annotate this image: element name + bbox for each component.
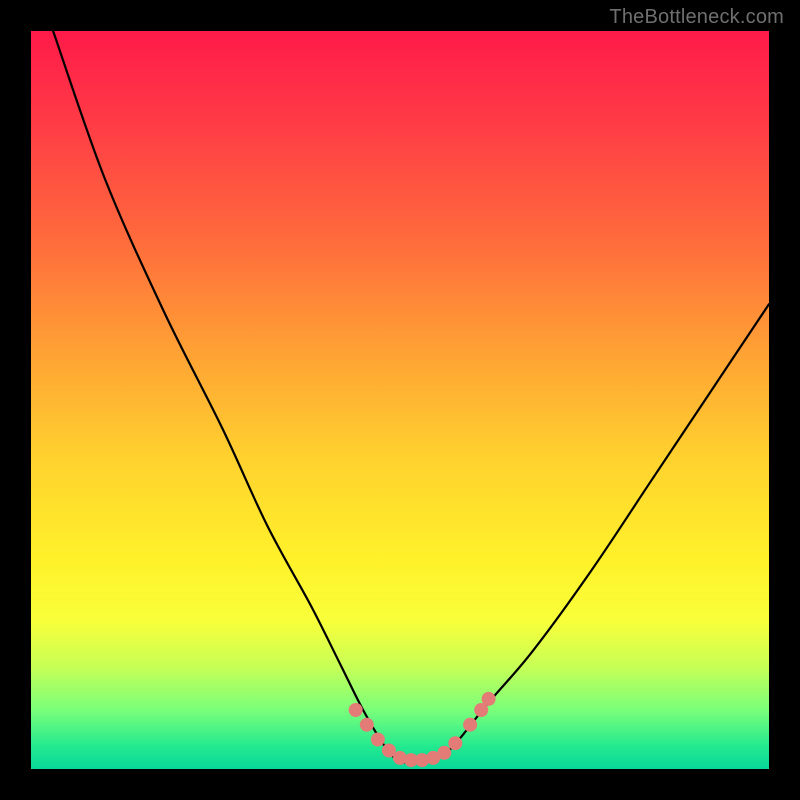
marker-dot (448, 736, 462, 750)
watermark-label: TheBottleneck.com (609, 6, 784, 29)
bottleneck-chart-svg (31, 31, 769, 769)
highlight-markers (349, 692, 496, 767)
plot-area (31, 31, 769, 769)
marker-dot (360, 718, 374, 732)
marker-dot (463, 718, 477, 732)
marker-dot (349, 703, 363, 717)
marker-dot (482, 692, 496, 706)
marker-dot (437, 746, 451, 760)
bottleneck-curve (53, 31, 769, 763)
chart-frame: TheBottleneck.com (0, 0, 800, 800)
marker-dot (371, 733, 385, 747)
